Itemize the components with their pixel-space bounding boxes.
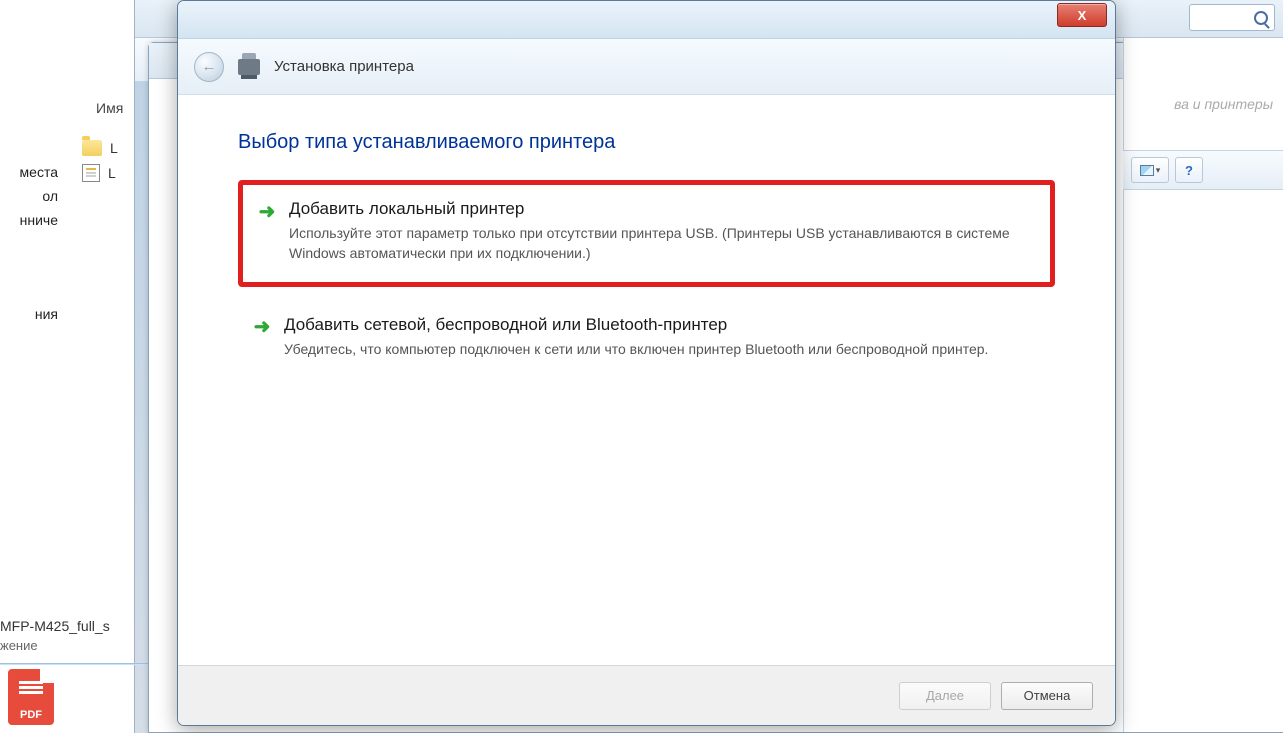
sidebar-item[interactable]: ния xyxy=(0,302,60,326)
search-box-fragment[interactable] xyxy=(1189,4,1275,31)
sidebar-item[interactable]: места xyxy=(0,160,60,184)
list-item[interactable]: L xyxy=(82,140,118,156)
printer-icon xyxy=(238,59,260,75)
cancel-button-label: Отмена xyxy=(1024,688,1071,703)
option-description: Убедитесь, что компьютер подключен к сет… xyxy=(284,339,988,359)
pdf-icon[interactable]: PDF xyxy=(8,669,54,725)
wizard-footer: Далее Отмена xyxy=(178,665,1115,725)
option-title: Добавить сетевой, беспроводной или Bluet… xyxy=(284,315,988,335)
next-button: Далее xyxy=(899,682,991,710)
sidebar-item[interactable]: ол xyxy=(0,184,60,208)
arrow-right-icon: ➜ xyxy=(252,317,272,337)
search-icon xyxy=(1254,11,1268,25)
file-name: L xyxy=(108,165,116,181)
details-divider xyxy=(0,663,170,665)
wizard-header: ← Установка принтера xyxy=(178,39,1115,95)
sidebar-items-fragment: места ол нниче ния xyxy=(0,160,60,326)
right-toolbar-fragment: ▾ ? xyxy=(1123,150,1283,190)
option-local-printer[interactable]: ➜ Добавить локальный принтер Используйте… xyxy=(238,180,1055,287)
help-icon: ? xyxy=(1185,163,1193,178)
view-button[interactable]: ▾ xyxy=(1131,157,1169,183)
details-filetype: жение xyxy=(0,638,38,653)
option-title: Добавить локальный принтер xyxy=(289,199,1032,219)
file-list: L L xyxy=(82,140,118,182)
picture-icon xyxy=(1140,165,1154,176)
file-name: L xyxy=(110,140,118,156)
help-button[interactable]: ? xyxy=(1175,157,1203,183)
cancel-button[interactable]: Отмена xyxy=(1001,682,1093,710)
dropdown-caret-icon: ▾ xyxy=(1156,165,1161,176)
next-button-label: Далее xyxy=(926,688,964,703)
arrow-right-icon: ➜ xyxy=(257,201,277,221)
wizard-title: Установка принтера xyxy=(274,58,414,75)
option-description: Используйте этот параметр только при отс… xyxy=(289,223,1032,264)
inf-file-icon xyxy=(82,164,100,182)
pdf-label: PDF xyxy=(20,709,42,721)
pdf-lines-icon xyxy=(19,681,43,684)
page-heading: Выбор типа устанавливаемого принтера xyxy=(238,131,1055,154)
add-printer-wizard: X ← Установка принтера Выбор типа устана… xyxy=(177,0,1116,726)
search-placeholder-fragment: ва и принтеры xyxy=(1174,96,1273,112)
right-window-fragment: ва и принтеры ▾ ? xyxy=(1123,38,1283,732)
folder-icon xyxy=(82,140,102,156)
sidebar-item[interactable]: нниче xyxy=(0,208,60,232)
close-button[interactable]: X xyxy=(1057,3,1107,27)
arrow-left-icon: ← xyxy=(202,58,217,75)
wizard-body: Выбор типа устанавливаемого принтера ➜ Д… xyxy=(178,95,1115,665)
option-network-printer[interactable]: ➜ Добавить сетевой, беспроводной или Blu… xyxy=(238,301,1055,377)
wizard-titlebar: X xyxy=(178,1,1115,39)
back-button[interactable]: ← xyxy=(194,52,224,82)
close-icon: X xyxy=(1078,8,1087,23)
column-header-name[interactable]: Имя xyxy=(96,100,123,116)
list-item[interactable]: L xyxy=(82,164,118,182)
details-filename: MFP-M425_full_s xyxy=(0,618,110,634)
